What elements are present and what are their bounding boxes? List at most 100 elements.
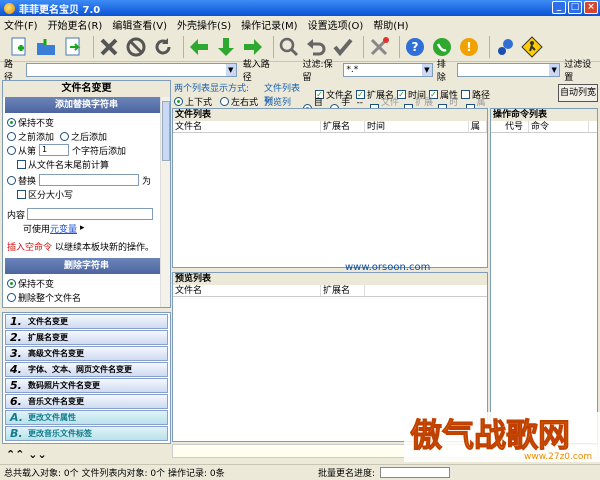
checkmark-icon[interactable] [332,36,354,58]
menu-file[interactable]: 文件(F) [4,17,38,32]
two-list-mode-label: 两个列表显示方式: [174,84,250,94]
task-label: 音乐文件名变更 [28,397,84,406]
radio-replace[interactable] [7,175,16,185]
chevron-down-icon[interactable]: ▼ [225,64,236,76]
replace-from-input[interactable] [39,174,140,186]
scroll-thumb[interactable] [162,101,170,161]
file-list[interactable]: 文件列表 文件名 扩展名 时间 属 [172,108,488,268]
chevron-down-icon[interactable]: ⌄⌄ [28,448,46,461]
chevron-down-icon[interactable]: ▼ [549,64,560,76]
arrow-down-icon[interactable] [215,36,237,58]
radio-del-all-label: 删除整个文件名 [18,293,82,304]
cmd-header-code[interactable]: 代号 [491,121,529,132]
radio-keep2[interactable] [7,278,16,288]
radio-from-nth[interactable] [7,145,16,155]
menu-start-rename[interactable]: 开始更名(R) [48,17,103,32]
task-3[interactable]: 3. 高级文件名变更 [5,346,168,361]
tools-icon[interactable] [368,36,390,58]
task-a[interactable]: A. 更改文件属性 [5,410,168,425]
radio-keep2-label: 保持不变 [18,279,55,290]
menu-shell[interactable]: 外壳操作(S) [177,17,231,32]
menu-bar: 文件(F) 开始更名(R) 编辑查看(V) 外壳操作(S) 操作记录(M) 设置… [0,16,600,32]
command-list[interactable]: 操作命令列表 代号 命令 [490,108,598,444]
nth-suffix-label: 个字符后添加 [72,146,127,157]
radio-keep[interactable] [7,117,16,127]
task-1[interactable]: 1. 文件名变更 [5,314,168,329]
svg-text:傲气战歌网: 傲气战歌网 [410,416,570,454]
chevron-down-icon[interactable]: ▼ [421,64,432,76]
from-end-checkbox[interactable] [17,159,26,169]
task-label: 文件名变更 [28,317,68,326]
content-input[interactable] [27,208,154,220]
radio-del-all[interactable] [7,292,16,302]
menu-help[interactable]: 帮助(H) [373,17,408,32]
arrow-right-icon[interactable] [242,36,264,58]
app-icon [4,2,15,14]
task-b[interactable]: B. 更改音乐文件标签 [5,426,168,441]
task-5[interactable]: 5. 数码照片文件名变更 [5,378,168,393]
refresh-icon[interactable] [152,36,174,58]
status-text: 总共载入对象: 0个 文件列表内对象: 0个 操作记录: 0条 [4,469,225,479]
preview-header-filename[interactable]: 文件名 [173,285,321,296]
task-num: 6. [10,395,22,408]
add-file-icon[interactable] [8,36,30,58]
menu-edit-view[interactable]: 编辑查看(V) [112,17,167,32]
search-icon[interactable] [278,36,300,58]
radio-after[interactable] [60,131,70,141]
nth-stepper[interactable]: 1 [39,144,70,156]
left-scrollbar[interactable] [160,97,170,307]
svg-text:?: ? [412,40,419,54]
maximize-button[interactable]: □ [568,1,582,14]
status-bar: 总共载入对象: 0个 文件列表内对象: 0个 操作记录: 0条 批量更名进度: [0,464,600,480]
radio-left-right[interactable] [220,97,230,106]
preview-header-ext[interactable]: 扩展名 [321,285,365,296]
filter-combo[interactable]: *.* ▼ [343,63,433,77]
insert-null-link[interactable]: 插入空命令 [7,240,52,253]
svg-text:www.27z0.com: www.27z0.com [524,452,592,462]
minimize-button[interactable]: _ [552,1,566,14]
exclude-combo[interactable]: ▼ [456,63,561,77]
chevron-up-icon[interactable]: ⌃⌃ [6,448,24,461]
command-list-header: 代号 命令 [491,121,597,133]
radio-before[interactable] [7,131,16,141]
export-icon[interactable] [62,36,84,58]
path-bar: 路径 ▼ 载入路径 过滤:保留 *.* ▼ 排除 ▼ 过滤设置 [0,60,600,83]
weather-icon[interactable] [494,36,516,58]
site-logo: 傲气战歌网 www.27z0.com [404,412,600,462]
task-num: 2. [10,331,22,344]
path-combo[interactable]: ▼ [25,63,237,77]
task-4[interactable]: 4. 字体、文本、网页文件名变更 [5,362,168,377]
open-folder-icon[interactable] [35,36,57,58]
auto-width-button[interactable]: 自动列宽 [558,84,598,102]
stop-icon[interactable] [125,36,147,58]
cmd-header-command[interactable]: 命令 [529,121,589,132]
menu-settings[interactable]: 设置选项(O) [308,17,364,32]
col-header-filename[interactable]: 文件名 [173,121,321,132]
col-header-attr[interactable]: 属 [469,121,487,132]
task-2[interactable]: 2. 扩展名变更 [5,330,168,345]
help-icon[interactable]: ? [404,36,426,58]
collapse-arrows[interactable]: ⌃⌃ ⌄⌄ [6,448,47,461]
file-list-title: 文件列表 [173,109,487,121]
radio-after-label: 之后添加 [71,132,108,143]
close-button[interactable]: × [584,1,598,14]
run-icon[interactable] [521,35,543,58]
case-checkbox[interactable] [17,189,26,199]
task-list: 1. 文件名变更 2. 扩展名变更 3. 高级文件名变更 4. 字体、文本、网页文件名变… [2,312,171,444]
info-icon[interactable]: ! [458,36,480,58]
radio-before-label: 之前添加 [18,132,55,143]
task-label: 扩展名变更 [28,333,68,342]
meta-variable-link[interactable]: 元变量 [50,222,77,235]
filter-settings-button[interactable]: 过滤设置 [564,57,600,83]
task-6[interactable]: 6. 音乐文件名变更 [5,394,168,409]
phone-icon[interactable] [431,36,453,58]
col-header-time[interactable]: 时间 [365,121,469,132]
task-num: 4. [10,363,22,376]
arrow-left-icon[interactable] [188,36,210,58]
preview-list-header: 文件名 扩展名 [173,285,487,297]
delete-icon[interactable] [98,36,120,58]
menu-records[interactable]: 操作记录(M) [241,17,297,32]
radio-up-down[interactable] [174,97,183,106]
undo-icon[interactable] [305,36,327,58]
col-header-ext[interactable]: 扩展名 [321,121,365,132]
